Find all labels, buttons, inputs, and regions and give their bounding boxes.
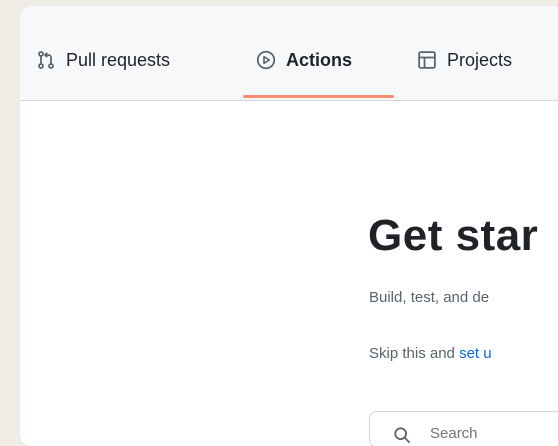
tab-projects[interactable]: Projects (417, 46, 512, 74)
tab-actions[interactable]: Actions (256, 46, 352, 74)
table-icon (417, 50, 437, 70)
set-up-workflow-link[interactable]: set u (459, 345, 492, 362)
workflow-search-box[interactable] (369, 411, 558, 446)
tab-actions-label: Actions (286, 49, 353, 70)
tab-projects-label: Projects (447, 49, 513, 70)
active-tab-indicator (243, 95, 394, 98)
play-circle-icon (256, 50, 276, 70)
app-window: Pull requests Actions Projects Get star … (20, 6, 558, 446)
skip-text: Skip this and set u (369, 345, 492, 362)
page-title: Get star (368, 211, 539, 260)
search-input[interactable] (428, 424, 558, 443)
skip-prefix: Skip this and (369, 345, 460, 362)
tab-pull-requests-label: Pull requests (66, 49, 171, 70)
git-pull-request-icon (36, 50, 56, 70)
search-icon (394, 427, 410, 443)
tab-pull-requests[interactable]: Pull requests (36, 46, 170, 74)
page-description: Build, test, and de (369, 289, 490, 306)
repo-nav-tabs: Pull requests Actions Projects (20, 6, 558, 101)
